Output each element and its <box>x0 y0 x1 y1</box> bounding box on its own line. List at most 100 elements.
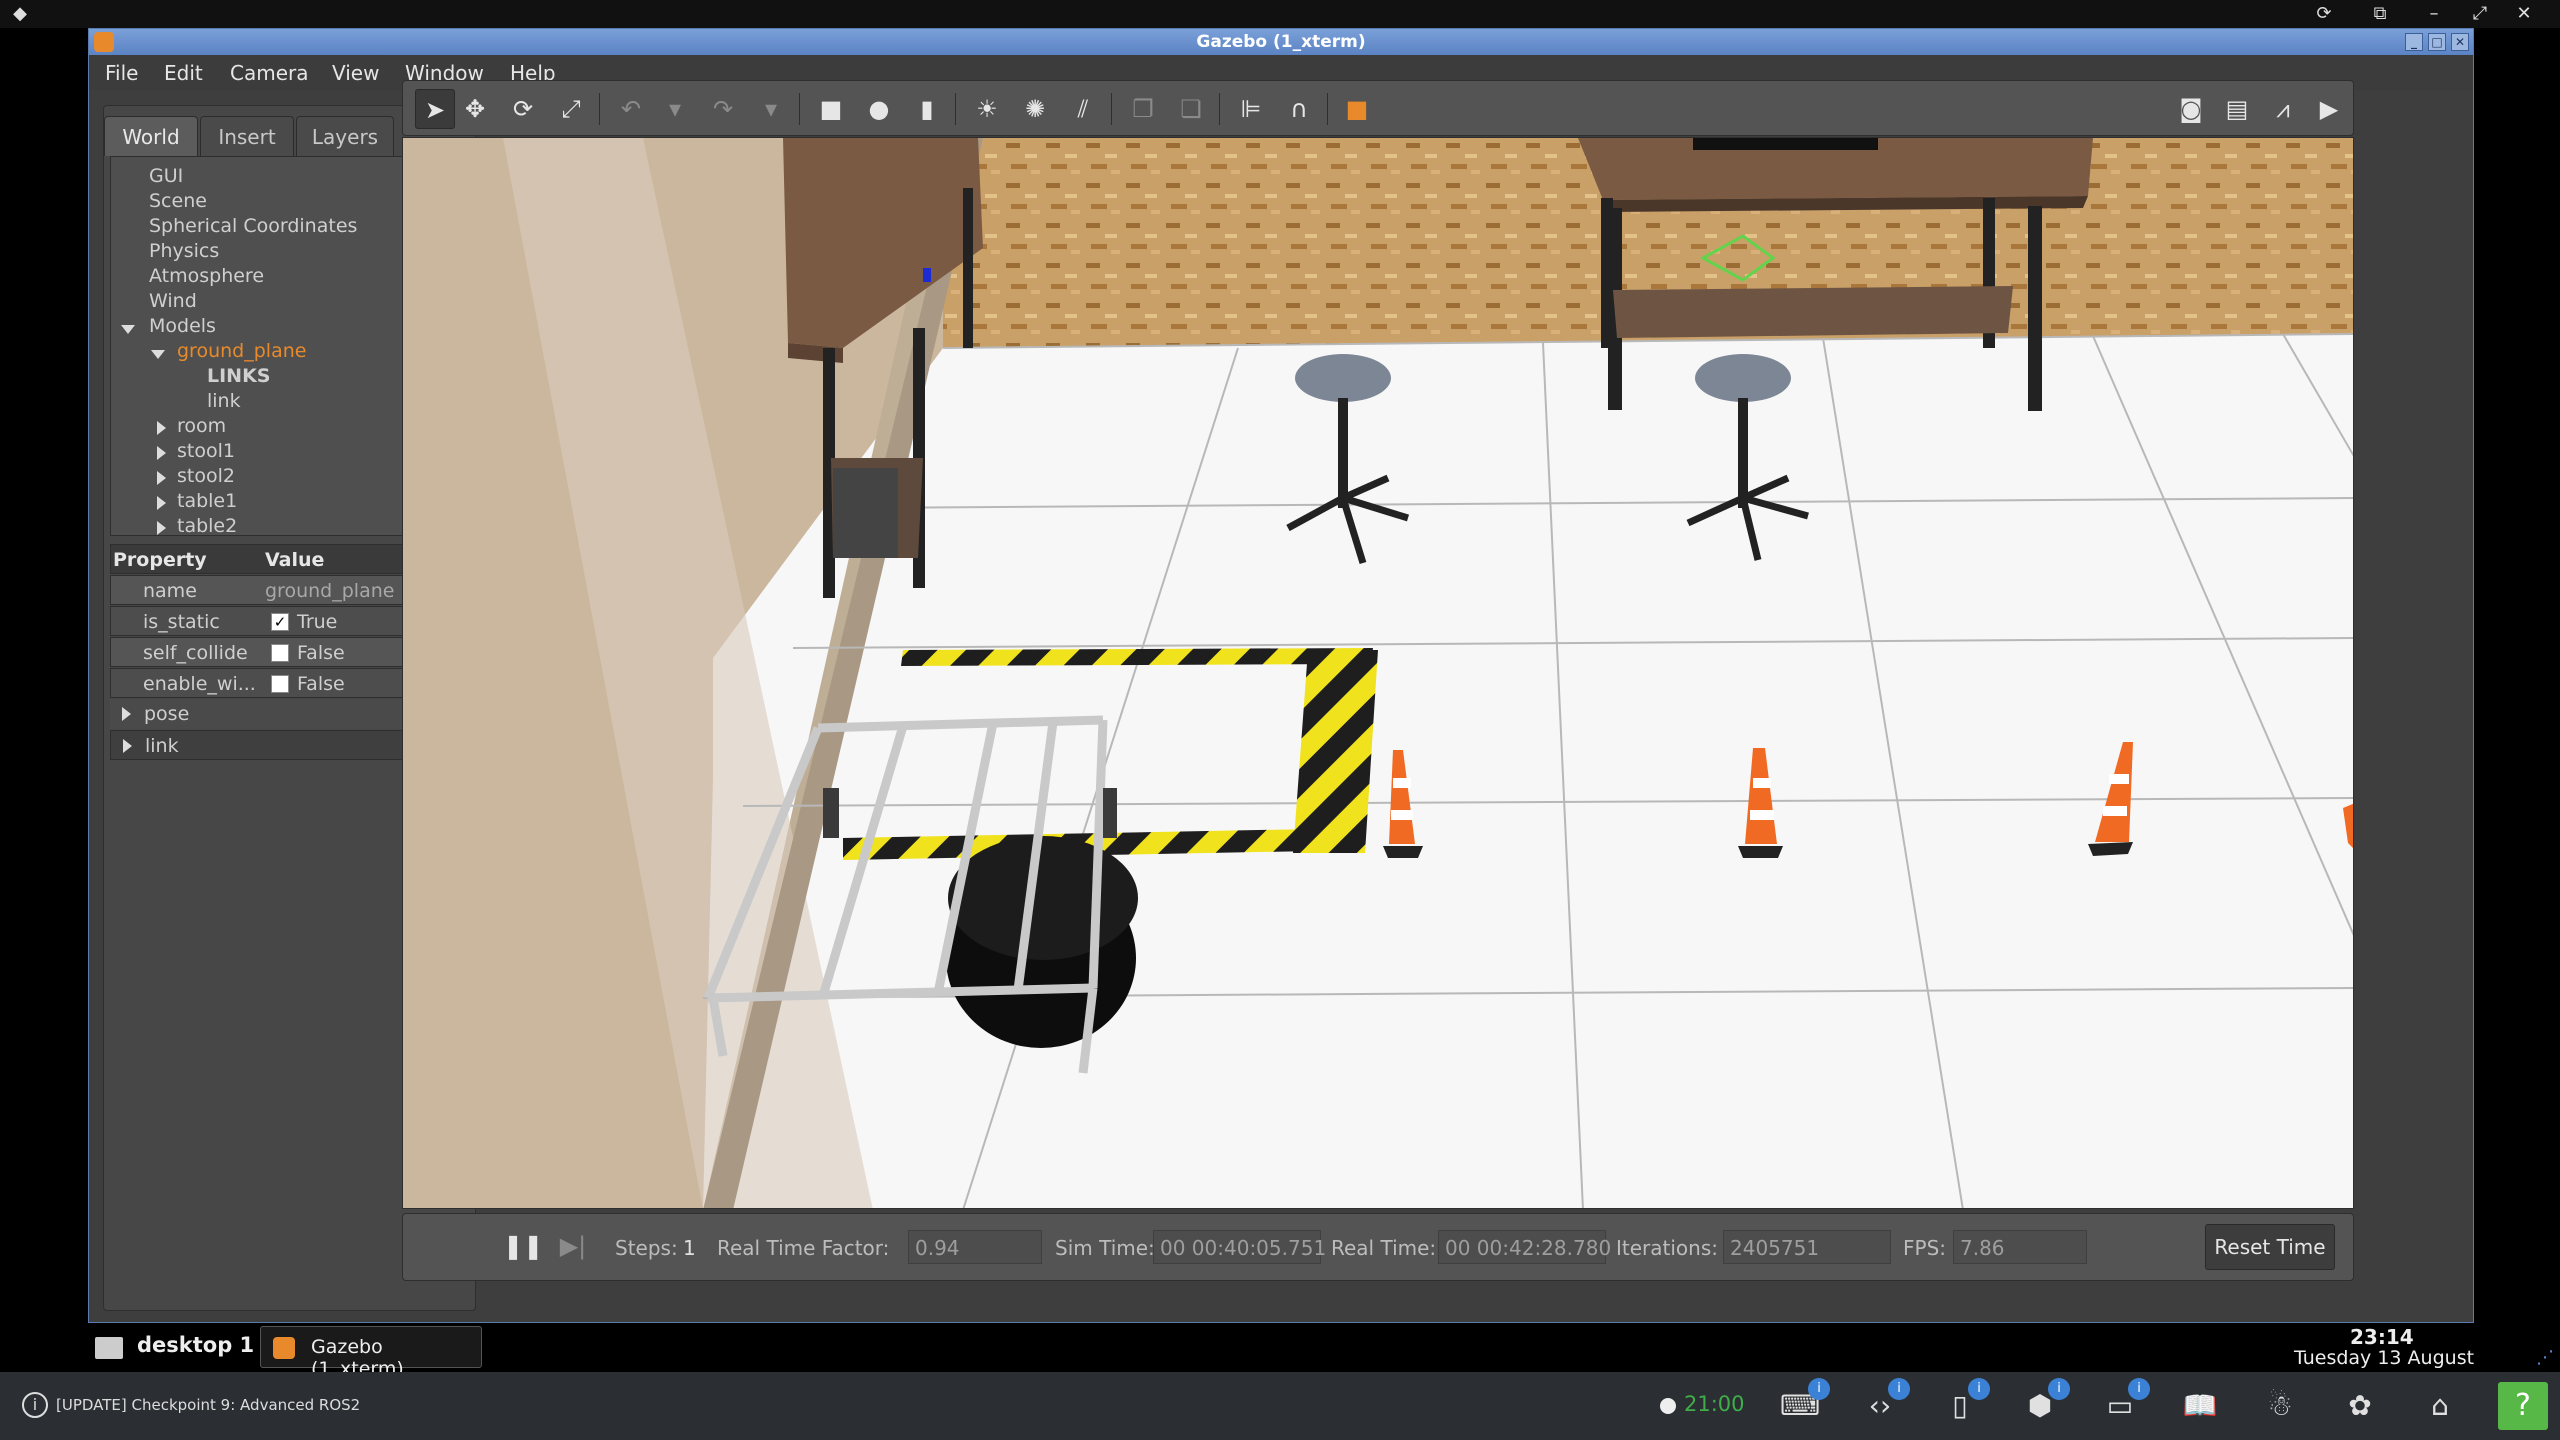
notebook-icon[interactable]: ▯ i <box>1940 1378 1990 1426</box>
tree-item-physics[interactable]: Physics <box>149 240 219 262</box>
tree-item-table2[interactable]: table2 <box>177 515 237 535</box>
ai-assistant-icon[interactable]: ✿ <box>2340 1386 2380 1426</box>
system-menu-icon[interactable]: ◆ <box>8 2 32 26</box>
fps-field: 7.86 <box>1953 1230 2087 1264</box>
align-icon[interactable]: ⊫ <box>1231 89 1271 129</box>
point-light-icon[interactable]: ☀ <box>967 89 1007 129</box>
copy-icon[interactable]: ❐ <box>1123 89 1163 129</box>
paste-icon[interactable]: ❏ <box>1171 89 1211 129</box>
plot-icon[interactable]: ⩘ <box>2263 89 2303 129</box>
translate-icon[interactable]: ✥ <box>455 89 495 129</box>
window-minimize-icon[interactable]: _ <box>2405 33 2423 51</box>
log-icon[interactable]: ▤ <box>2217 89 2257 129</box>
scene-render <box>403 138 2353 1208</box>
redo-history-icon[interactable]: ▾ <box>751 89 791 129</box>
scene-viewport[interactable] <box>402 137 2354 1209</box>
property-self-collide-label: self_collide <box>143 642 248 664</box>
reset-time-button[interactable]: Reset Time <box>2205 1224 2335 1270</box>
book-icon[interactable]: 📖 <box>2180 1386 2220 1426</box>
tab-insert[interactable]: Insert <box>200 116 294 156</box>
sphere-icon[interactable]: ● <box>859 89 899 129</box>
desktop-monitor-icon[interactable]: ▭ i <box>2100 1378 2150 1426</box>
steps-value[interactable]: 1 <box>683 1236 696 1260</box>
desktop-label[interactable]: desktop 1 <box>137 1333 254 1357</box>
tree-item-room[interactable]: room <box>177 415 226 437</box>
external-window-icon[interactable]: ⧉ <box>2368 2 2392 26</box>
bottom-status-bar: i [UPDATE] Checkpoint 9: Advanced ROS2 2… <box>0 1372 2560 1440</box>
desktop-taskbar: desktop 1 Gazebo (1_xterm) 23:14 Tuesday… <box>0 1323 2560 1380</box>
code-editor-icon[interactable]: ‹› i <box>1860 1378 1910 1426</box>
gazebo-cube-icon[interactable]: ⬢ i <box>2020 1378 2070 1426</box>
iterations-field: 2405751 <box>1723 1230 1891 1264</box>
info-icon[interactable]: i <box>22 1392 48 1418</box>
video-icon[interactable]: ▶ <box>2309 89 2349 129</box>
tree-item-atmosphere[interactable]: Atmosphere <box>149 265 264 287</box>
step-icon[interactable]: ▶| <box>553 1226 593 1266</box>
tree-item-stool1[interactable]: stool1 <box>177 440 235 462</box>
tree-item-wind[interactable]: Wind <box>149 290 197 312</box>
terminal-icon[interactable]: ⌨ i <box>1780 1378 1830 1426</box>
undo-history-icon[interactable]: ▾ <box>655 89 695 129</box>
window-close-icon[interactable]: ✕ <box>2451 33 2469 51</box>
property-is-static-label: is_static <box>143 611 220 633</box>
expand-link-icon[interactable] <box>123 739 132 753</box>
value-column-header: Value <box>265 549 325 571</box>
expand-room-icon[interactable] <box>157 421 166 435</box>
menu-camera[interactable]: Camera <box>230 61 309 85</box>
robot-assistant-icon[interactable]: ☃ <box>2260 1386 2300 1426</box>
expand-models-icon[interactable] <box>121 325 135 334</box>
home-icon[interactable]: ⌂ <box>2420 1386 2460 1426</box>
menu-file[interactable]: File <box>105 61 138 85</box>
enable-wind-checkbox[interactable] <box>271 675 289 693</box>
expand-stool1-icon[interactable] <box>157 446 166 460</box>
window-maximize-icon[interactable]: □ <box>2428 33 2446 51</box>
cylinder-icon[interactable]: ▮ <box>907 89 947 129</box>
help-button[interactable]: ? <box>2498 1382 2548 1430</box>
expand-table1-icon[interactable] <box>157 496 166 510</box>
box-icon[interactable]: ■ <box>811 89 851 129</box>
expand-pose-icon[interactable] <box>122 707 131 721</box>
screenshot-icon[interactable]: ◙ <box>2171 89 2211 129</box>
tab-layers[interactable]: Layers <box>296 116 394 156</box>
rotate-icon[interactable]: ⟳ <box>503 89 543 129</box>
desktop-icon[interactable] <box>95 1337 123 1359</box>
redo-icon[interactable]: ↷ <box>703 89 743 129</box>
tree-item-ground-plane[interactable]: ground_plane <box>177 340 306 362</box>
close-icon[interactable]: ✕ <box>2512 2 2536 26</box>
window-titlebar[interactable]: Gazebo (1_xterm) _ □ ✕ <box>89 29 2473 55</box>
refresh-icon[interactable]: ⟳ <box>2312 2 2336 26</box>
expand-stool2-icon[interactable] <box>157 471 166 485</box>
tree-item-table1[interactable]: table1 <box>177 490 237 512</box>
real-time-label: Real Time: <box>1331 1236 1437 1260</box>
tab-world[interactable]: World <box>104 116 198 156</box>
scale-icon[interactable]: ⤢ <box>551 89 591 129</box>
property-enable-wind-label: enable_wi... <box>143 673 256 695</box>
tree-item-spherical-coordinates[interactable]: Spherical Coordinates <box>149 215 357 237</box>
menu-edit[interactable]: Edit <box>164 61 203 85</box>
menu-view[interactable]: View <box>332 61 379 85</box>
tree-links-header: LINKS <box>207 365 271 387</box>
expand-ground-plane-icon[interactable] <box>151 350 165 359</box>
directional-light-icon[interactable]: ⫽ <box>1063 89 1103 129</box>
is-static-checkbox[interactable]: ✓ <box>271 613 289 631</box>
property-name-value[interactable]: ground_plane <box>265 580 394 602</box>
tree-item-link[interactable]: link <box>207 390 241 412</box>
minimize-icon[interactable]: – <box>2422 2 2446 26</box>
real-time-field: 00 00:42:28.780 <box>1438 1230 1611 1264</box>
undo-icon[interactable]: ↶ <box>611 89 651 129</box>
task-gazebo[interactable]: Gazebo (1_xterm) <box>260 1326 482 1380</box>
fullscreen-icon[interactable]: ⤢ <box>2468 2 2492 26</box>
select-icon[interactable]: ➤ <box>415 89 455 129</box>
snap-icon[interactable]: ∩ <box>1279 89 1319 129</box>
property-name-label: name <box>143 580 197 602</box>
resize-grip-icon: ⋰ <box>2536 1347 2554 1368</box>
tree-item-gui[interactable]: GUI <box>149 165 183 187</box>
view-angle-icon[interactable]: ■ <box>1337 89 1377 129</box>
pause-icon[interactable]: ❚❚ <box>503 1226 543 1266</box>
spot-light-icon[interactable]: ✺ <box>1015 89 1055 129</box>
self-collide-checkbox[interactable] <box>271 644 289 662</box>
tree-item-models[interactable]: Models <box>149 315 216 337</box>
tree-item-scene[interactable]: Scene <box>149 190 207 212</box>
tree-item-stool2[interactable]: stool2 <box>177 465 235 487</box>
expand-table2-icon[interactable] <box>157 521 166 535</box>
